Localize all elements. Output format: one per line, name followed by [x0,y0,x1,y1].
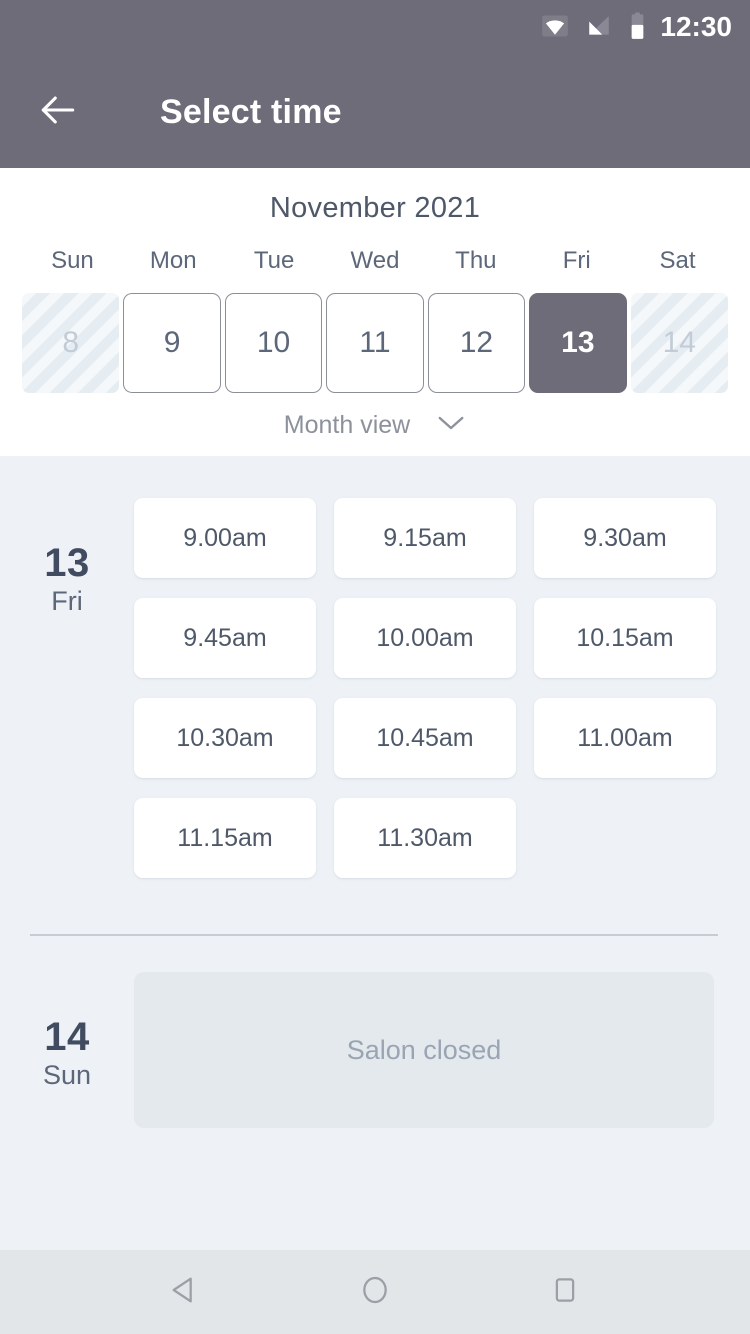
battery-icon [629,12,646,45]
day-cell-12[interactable]: 12 [427,293,526,393]
nav-back-button[interactable] [150,1257,220,1327]
slot-grid: 9.00am 9.15am 9.30am 9.45am 10.00am 10.1… [134,498,716,878]
slot-group-day-number: 13 [44,541,90,585]
slot-group-day-label: 13 Fri [0,498,134,878]
slot-group-14-closed: 14 Sun Salon closed [0,936,750,1128]
day-cell-14: 14 [630,293,728,393]
cellular-signal-icon [586,13,612,44]
calendar-week-strip: November 2021 Sun Mon Tue Wed Thu Fri Sa… [0,168,750,456]
time-slot-chip[interactable]: 9.45am [134,598,316,678]
closed-group-day-name: Sun [42,1060,92,1090]
wifi-icon [541,12,569,45]
chevron-down-icon [436,414,466,437]
home-circle-icon [359,1274,391,1311]
arrow-left-icon [36,88,80,137]
weekday-label-tue: Tue [253,247,295,274]
time-slots-area: 13 Fri 9.00am 9.15am 9.30am 9.45am 10.00… [0,456,750,1250]
weekday-label-mon: Mon [149,247,197,274]
day-cell-9[interactable]: 9 [123,293,221,393]
time-slot-chip[interactable]: 9.00am [134,498,316,578]
calendar-weekday-header: Sun Mon Tue Wed Thu Fri Sat [0,247,750,275]
back-button[interactable] [34,88,82,136]
time-slot-chip[interactable]: 11.00am [534,698,716,778]
slot-group-day-name: Fri [51,586,83,616]
weekday-label-sun: Sun [51,247,94,274]
time-slot-chip[interactable]: 10.30am [134,698,316,778]
app-bar: Select time [0,56,750,168]
weekday-label-wed: Wed [350,247,400,274]
time-slot-chip[interactable]: 11.30am [334,798,516,878]
status-bar-clock: 12:30 [660,11,732,42]
calendar-month-title: November 2021 [269,192,481,224]
closed-group-day-label: 14 Sun [0,972,134,1128]
nav-home-button[interactable] [340,1257,410,1327]
weekday-label-sat: Sat [659,247,696,274]
day-cell-10[interactable]: 10 [224,293,323,393]
weekday-label-fri: Fri [562,247,591,274]
month-view-toggle[interactable]: Month view [0,411,750,440]
closed-group-day-number: 14 [44,1015,90,1059]
weekday-label-thu: Thu [455,247,497,274]
page-title: Select time [160,92,342,131]
time-slot-chip[interactable]: 11.15am [134,798,316,878]
calendar-day-row: 8 9 10 11 12 13 14 [0,293,750,393]
month-view-label: Month view [283,411,411,439]
salon-closed-panel: Salon closed [134,972,714,1128]
status-bar: 12:30 [0,0,750,56]
time-slot-chip[interactable]: 10.15am [534,598,716,678]
status-bar-icons [541,12,646,45]
back-triangle-icon [168,1273,202,1312]
time-slot-chip[interactable]: 10.45am [334,698,516,778]
android-nav-bar [0,1250,750,1334]
nav-recents-button[interactable] [530,1257,600,1327]
recents-square-icon [550,1275,580,1310]
day-cell-8: 8 [22,293,120,393]
time-slot-chip[interactable]: 9.15am [334,498,516,578]
phone-screen: 12:30 Select time November 2021 Sun Mon … [0,0,750,1334]
time-slot-chip[interactable]: 10.00am [334,598,516,678]
slot-group-13: 13 Fri 9.00am 9.15am 9.30am 9.45am 10.00… [0,456,750,878]
time-slot-chip[interactable]: 9.30am [534,498,716,578]
day-cell-13-selected[interactable]: 13 [529,293,627,393]
day-cell-11[interactable]: 11 [326,293,424,393]
